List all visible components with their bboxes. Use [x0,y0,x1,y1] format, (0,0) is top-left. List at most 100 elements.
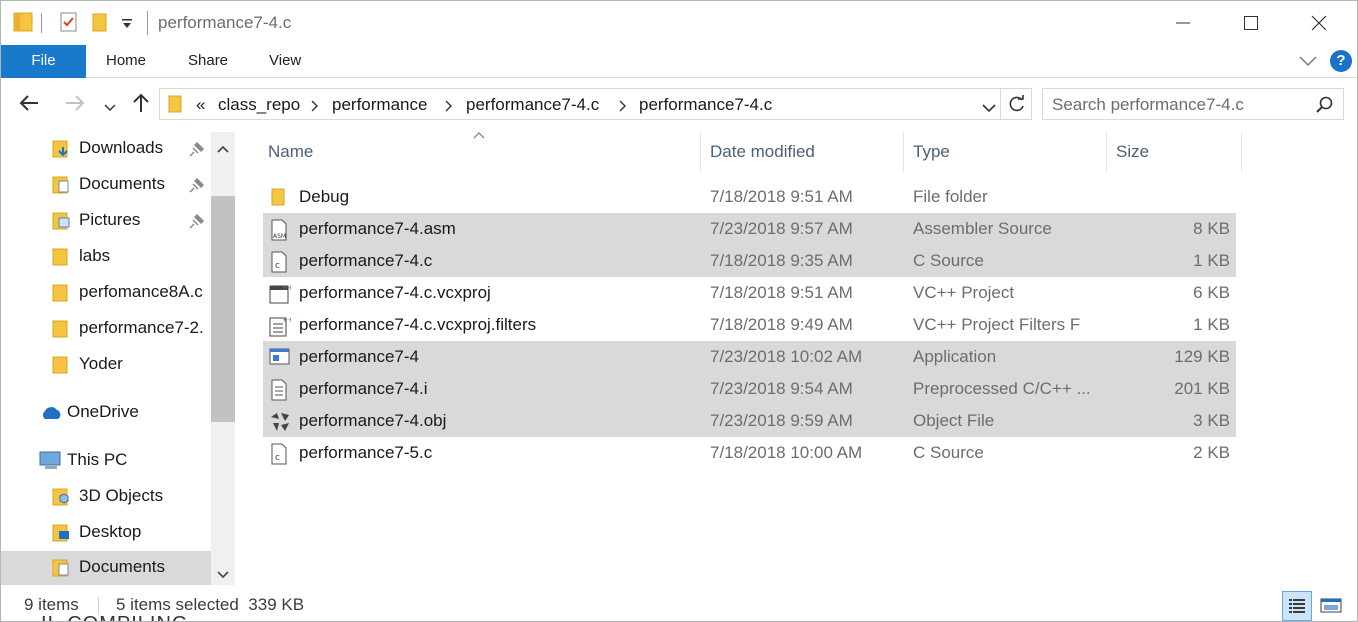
folder-icon [51,247,71,272]
file-explorer-window: performance7-4.c File Home Share View ? [0,0,1358,622]
file-row[interactable]: performance7-4.obj 7/23/2018 9:59 AM Obj… [263,405,1236,437]
file-type: VC++ Project [913,283,1015,302]
nav-item-desktop[interactable]: Desktop [1,517,211,549]
file-name: performance7-4.c.vcxproj.filters [299,315,537,334]
breadcrumb-overflow[interactable]: « [196,95,205,115]
breadcrumb-class-repo[interactable]: class_repo [218,95,300,115]
expand-ribbon-icon[interactable] [1299,54,1317,72]
nav-item-label: Yoder [79,354,123,373]
file-name: Debug [299,187,350,206]
file-size: 129 KB [1174,347,1230,366]
breadcrumb-chevron-icon[interactable] [311,99,319,117]
file-type: C Source [913,443,984,462]
up-button[interactable] [132,93,150,118]
text-file-icon [269,379,289,406]
large-icons-view-button[interactable] [1317,591,1347,621]
pin-icon[interactable] [189,213,205,234]
file-date: 7/18/2018 9:35 AM [710,251,853,270]
properties-icon[interactable] [59,11,79,38]
large-icons-view-icon [1320,598,1342,613]
nav-item-documents-pc[interactable]: Documents [1,551,211,585]
breadcrumb-chevron-icon[interactable] [619,99,627,117]
nav-item-performance7-2[interactable]: performance7-2. [1,313,211,345]
navigation-pane: Downloads Documents Pictures labs perfom… [1,132,237,585]
background-document-text: II. COMPILING [41,613,188,621]
file-type: Application [913,347,997,366]
nav-item-downloads[interactable]: Downloads [1,133,211,165]
nav-item-label: performance7-2. [79,318,204,337]
help-button[interactable]: ? [1330,50,1352,72]
file-type: File folder [913,187,988,206]
search-input[interactable]: Search performance7-4.c [1052,95,1244,115]
breadcrumb-performance7-4-c[interactable]: performance7-4.c [466,95,599,115]
file-row[interactable]: ++ performance7-4.c.vcxproj 7/18/2018 9:… [263,277,1236,309]
file-row[interactable]: ASM performance7-4.asm 7/23/2018 9:57 AM… [263,213,1236,245]
nav-item-label: OneDrive [67,402,139,421]
nav-item-pictures[interactable]: Pictures [1,205,211,237]
column-header-type[interactable]: Type [903,132,1106,172]
column-divider[interactable] [1241,132,1242,172]
file-row[interactable]: c performance7-4.c 7/18/2018 9:35 AM C S… [263,245,1236,277]
svg-text:c: c [275,261,280,271]
nav-item-yoder[interactable]: Yoder [1,349,211,381]
refresh-icon[interactable] [1008,95,1026,118]
close-button[interactable] [1285,1,1353,45]
column-header-size[interactable]: Size [1106,132,1241,172]
file-size: 1 KB [1193,315,1230,334]
nav-item-3d-objects[interactable]: 3D Objects [1,481,211,513]
breadcrumb-current[interactable]: performance7-4.c [639,95,772,115]
maximize-button[interactable] [1217,1,1285,45]
minimize-button[interactable] [1149,1,1217,45]
pin-icon[interactable] [189,141,205,162]
breadcrumb-chevron-icon[interactable] [445,99,453,117]
tab-view[interactable]: View [269,45,301,78]
nav-item-label: perfomance8A.c [79,282,203,301]
nav-item-label: Documents [79,174,165,193]
scroll-up-chevron-icon[interactable] [217,140,229,158]
nav-item-perfomance8a[interactable]: perfomance8A.c [1,277,211,309]
search-box[interactable]: Search performance7-4.c [1042,88,1344,120]
column-header-date-modified[interactable]: Date modified [700,132,903,172]
file-size: 3 KB [1193,411,1230,430]
address-history-chevron-icon[interactable] [982,100,996,118]
nav-item-documents[interactable]: Documents [1,169,211,201]
customize-quick-access-icon[interactable] [121,17,133,35]
new-folder-icon[interactable] [91,11,109,38]
nav-item-this-pc[interactable]: This PC [1,445,211,477]
file-row[interactable]: Debug 7/18/2018 9:51 AM File folder [263,181,1236,213]
file-row[interactable]: ++ performance7-4.c.vcxproj.filters 7/18… [263,309,1236,341]
forward-button[interactable] [65,94,85,117]
pin-icon[interactable] [189,177,205,198]
search-icon[interactable] [1316,96,1333,118]
file-date: 7/18/2018 9:51 AM [710,187,853,206]
file-row[interactable]: performance7-4 7/23/2018 10:02 AM Applic… [263,341,1236,373]
c-source-file-icon: c [269,251,289,278]
file-row[interactable]: performance7-4.i 7/23/2018 9:54 AM Prepr… [263,373,1236,405]
file-name: performance7-5.c [299,443,433,462]
column-header-name[interactable]: Name [258,132,701,172]
object-file-icon [269,411,291,438]
nav-scrollbar-thumb[interactable] [211,196,235,422]
tab-file[interactable]: File [1,45,86,78]
onedrive-cloud-icon [39,405,63,426]
file-row[interactable]: c performance7-5.c 7/18/2018 10:00 AM C … [263,437,1236,469]
tab-share[interactable]: Share [188,45,228,78]
file-type: Assembler Source [913,219,1052,238]
application-icon [269,347,291,372]
back-button[interactable] [19,94,39,117]
details-view-button[interactable] [1282,591,1312,621]
up-arrow-icon [133,93,149,112]
scroll-down-chevron-icon[interactable] [217,566,229,584]
recent-locations-button[interactable] [104,99,116,117]
nav-item-labs[interactable]: labs [1,241,211,273]
file-size: 6 KB [1193,283,1230,302]
tab-home[interactable]: Home [106,45,146,78]
file-name: performance7-4.i [299,379,428,398]
nav-item-onedrive[interactable]: OneDrive [1,397,211,429]
address-bar[interactable]: « class_repo performance performance7-4.… [159,88,1032,120]
breadcrumb-performance[interactable]: performance [332,95,427,115]
asm-file-icon: ASM [269,219,289,246]
forward-arrow-icon [66,95,85,111]
window-title: performance7-4.c [158,13,292,32]
nav-item-label: Downloads [79,138,164,157]
